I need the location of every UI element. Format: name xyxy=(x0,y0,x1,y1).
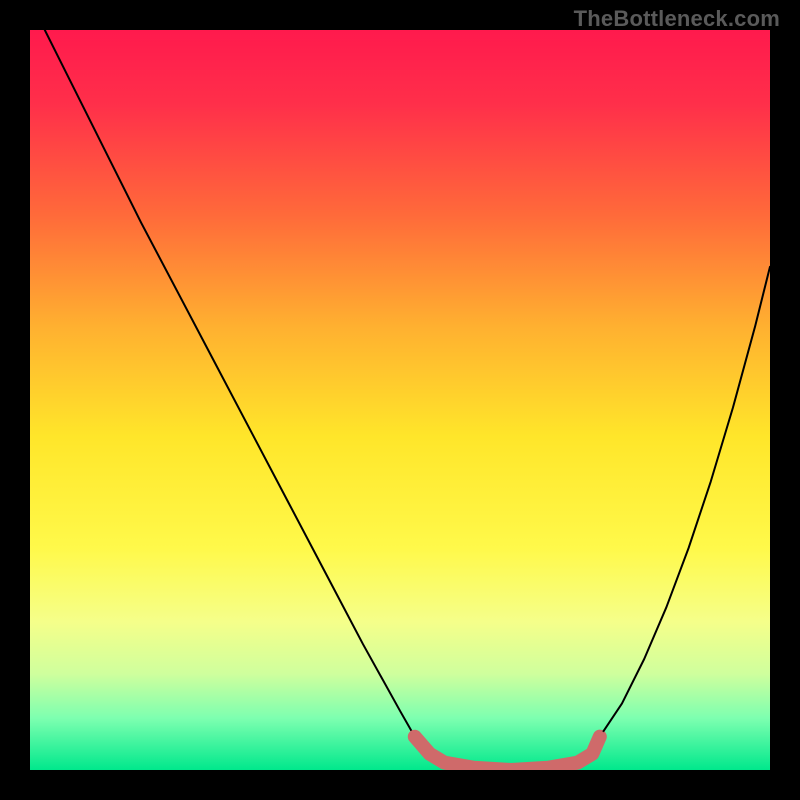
chart-svg xyxy=(30,30,770,770)
watermark-text: TheBottleneck.com xyxy=(574,6,780,32)
valley-end-dot xyxy=(594,731,606,743)
plot-area xyxy=(30,30,770,770)
chart-container: TheBottleneck.com xyxy=(0,0,800,800)
gradient-background xyxy=(30,30,770,770)
